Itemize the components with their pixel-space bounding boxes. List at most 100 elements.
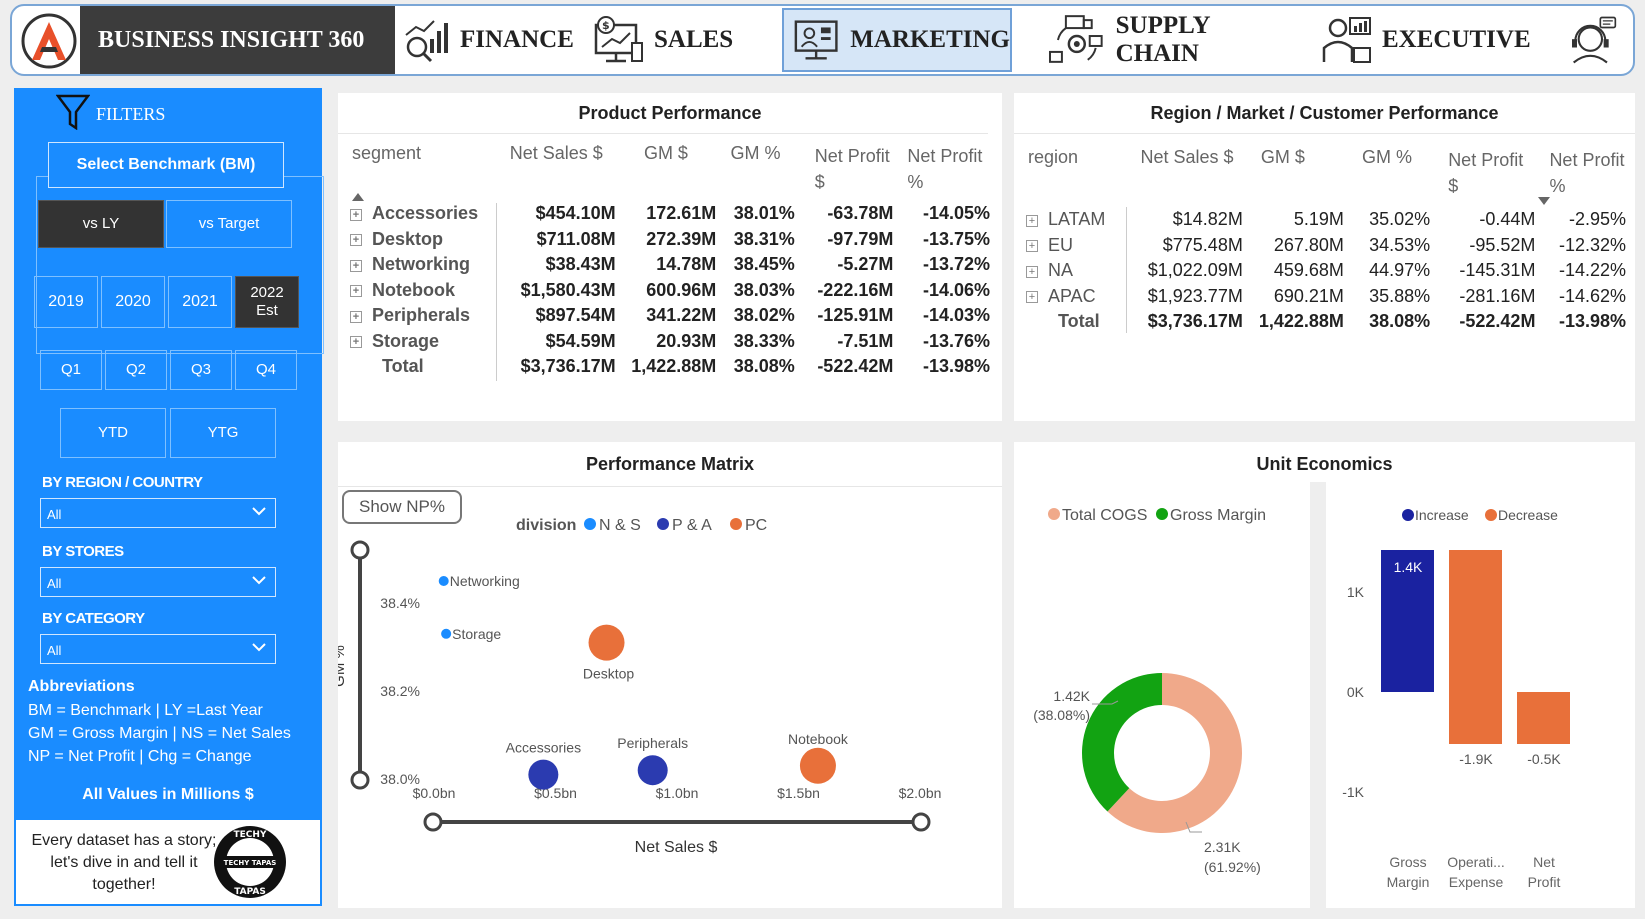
cell: 35.02%: [1369, 209, 1431, 230]
expand-icon[interactable]: +: [1026, 214, 1038, 227]
cell: 20.93M: [656, 330, 717, 351]
col-header[interactable]: Net Profit %: [1535, 147, 1626, 207]
bar-value-label: -1.9K: [1459, 751, 1493, 767]
ytd-button[interactable]: YTD: [60, 408, 166, 458]
expand-icon[interactable]: +: [350, 234, 362, 246]
expand-icon[interactable]: +: [350, 336, 362, 348]
story-card: Every dataset has a story; let's dive in…: [16, 820, 320, 904]
nav-tab-marketing[interactable]: MARKETING: [782, 8, 1012, 72]
table-row[interactable]: + Networking $38.43M 14.78M 38.45% -5.27M -13.…: [350, 252, 990, 278]
x-slider-handle: [911, 812, 931, 832]
region-name: EU: [1048, 234, 1074, 255]
y-slider-handle: [350, 540, 370, 560]
benchmark-vs-ly-button[interactable]: vs LY: [38, 200, 164, 248]
sales-icon: $: [594, 16, 643, 63]
quarter-q4-button[interactable]: Q4: [235, 350, 297, 390]
col-header[interactable]: Net Profit %: [893, 143, 990, 201]
slice-percent-label: (38.08%): [1033, 707, 1090, 723]
legend-marker: [730, 518, 742, 530]
expand-icon[interactable]: +: [1026, 240, 1038, 252]
nav-tab-executive[interactable]: EXECUTIVE: [1320, 6, 1545, 74]
data-point: [588, 624, 625, 661]
slice-value-label: 1.42K: [1053, 688, 1090, 704]
quarter-q1-button[interactable]: Q1: [40, 350, 102, 390]
cell: $38.43M: [545, 254, 616, 275]
x-axis-label: Net Sales $: [635, 839, 718, 856]
nav-label: FINANCE: [460, 26, 574, 53]
cell: -14.03%: [922, 305, 990, 326]
story-text: Every dataset has a story; let's dive in…: [31, 832, 217, 893]
cell: Total: [1058, 311, 1100, 332]
expand-icon[interactable]: +: [350, 208, 362, 221]
total-row: Total $3,736.17M 1,422.88M 38.08% -522.42M -1…: [1026, 309, 1626, 335]
expand-icon[interactable]: +: [350, 259, 362, 272]
product-table: segment Net Sales $ GM $ GM % Net Profit…: [350, 143, 990, 380]
table-row[interactable]: + Accessories $454.10M 172.61M 38.01% -63.78M…: [350, 201, 990, 227]
cell: 341.22M: [646, 305, 717, 326]
region-table: region Net Sales $ GM $ GM % Net Profit …: [1026, 147, 1626, 335]
legend-label: PC: [745, 517, 767, 534]
benchmark-vs-target-button[interactable]: vs Target: [166, 200, 292, 248]
data-label: Storage: [452, 626, 501, 642]
cell: -13.75%: [922, 228, 990, 249]
cell: $54.59M: [545, 330, 616, 351]
table-row[interactable]: + Peripherals $897.54M 341.22M 38.02% -125.91…: [350, 303, 990, 329]
table-row[interactable]: + Desktop $711.08M 272.39M 38.31% -97.79M -13.…: [350, 227, 990, 253]
performance-matrix-chart: divisionN & SP & APCGM %Net Sales $38.0%…: [338, 517, 941, 856]
expand-icon[interactable]: +: [1026, 291, 1038, 303]
ytg-button[interactable]: YTG: [170, 408, 276, 458]
data-point: [438, 576, 449, 586]
nav-label: EXECUTIVE: [1382, 26, 1531, 53]
year-2020-button[interactable]: 2020: [101, 276, 165, 328]
cell: $1,022.09M: [1147, 260, 1243, 281]
col-header[interactable]: segment: [350, 143, 497, 201]
table-row[interactable]: + Storage $54.59M 20.93M 38.33% -7.51M -13.76%: [350, 329, 990, 355]
cell: -13.76%: [922, 330, 990, 351]
expand-icon[interactable]: +: [1026, 265, 1038, 278]
cell: -0.44M: [1479, 209, 1536, 230]
year-2019-button[interactable]: 2019: [34, 276, 98, 328]
svg-text:$: $: [602, 19, 610, 32]
cell: 35.88%: [1369, 285, 1431, 306]
divider: [1310, 482, 1326, 908]
col-header[interactable]: Net Profit $: [1430, 147, 1535, 207]
region-dropdown[interactable]: All: [40, 498, 276, 528]
table-row[interactable]: + EU $775.48M 267.80M 34.53% -95.52M -12.32%: [1026, 233, 1626, 259]
techy-tapas-logo-icon: TECHY TECHY TAPAS TAPAS: [214, 826, 286, 898]
table-row[interactable]: + APAC $1,923.77M 690.21M 35.88% -281.16M -14.…: [1026, 284, 1626, 310]
year-2021-button[interactable]: 2021: [168, 276, 232, 328]
quarter-q2-button[interactable]: Q2: [105, 350, 167, 390]
x-tick-label: Operati...: [1447, 854, 1505, 870]
expand-icon[interactable]: +: [350, 285, 362, 297]
col-header[interactable]: Net Profit $: [795, 143, 894, 201]
year-2022-est-button[interactable]: 2022 Est: [235, 276, 299, 328]
table-row[interactable]: + LATAM $14.82M 5.19M 35.02% -0.44M -2.95%: [1026, 207, 1626, 233]
nav-tab-sales[interactable]: $ SALES: [592, 6, 742, 74]
table-row[interactable]: + NA $1,022.09M 459.68M 44.97% -145.31M -14.22…: [1026, 258, 1626, 284]
marketing-icon: [794, 20, 838, 60]
col-header[interactable]: GM $: [1243, 147, 1344, 207]
nav-tab-support[interactable]: [1567, 6, 1627, 74]
cell: 459.68M: [1273, 260, 1344, 281]
region-filter-label: BY REGION / COUNTRY: [42, 474, 203, 491]
col-header[interactable]: GM %: [1344, 147, 1430, 207]
col-header[interactable]: Net Sales $: [1131, 147, 1243, 207]
col-header[interactable]: GM %: [716, 143, 794, 201]
nav-tab-supply-chain[interactable]: SUPPLY CHAIN: [1048, 6, 1298, 74]
badge-bottom-text: TAPAS: [234, 887, 266, 897]
col-header[interactable]: GM $: [616, 143, 717, 201]
expand-icon[interactable]: +: [350, 310, 362, 323]
cell: $775.48M: [1162, 234, 1243, 255]
x-tick-label: Expense: [1449, 874, 1504, 890]
col-header[interactable]: Net Sales $: [497, 143, 616, 201]
cell: -7.51M: [837, 330, 894, 351]
stores-dropdown[interactable]: All: [40, 567, 276, 597]
table-row[interactable]: + Notebook $1,580.43M 600.96M 38.03% -222.16M…: [350, 278, 990, 304]
cell: 38.31%: [733, 228, 795, 249]
col-header[interactable]: region: [1026, 147, 1131, 207]
nav-tab-finance[interactable]: FINANCE: [392, 6, 577, 74]
quarter-q3-button[interactable]: Q3: [170, 350, 232, 390]
cell: 38.02%: [733, 305, 795, 326]
category-dropdown[interactable]: All: [40, 634, 276, 664]
abbr-line: GM = Gross Margin | NS = Net Sales: [28, 725, 291, 742]
